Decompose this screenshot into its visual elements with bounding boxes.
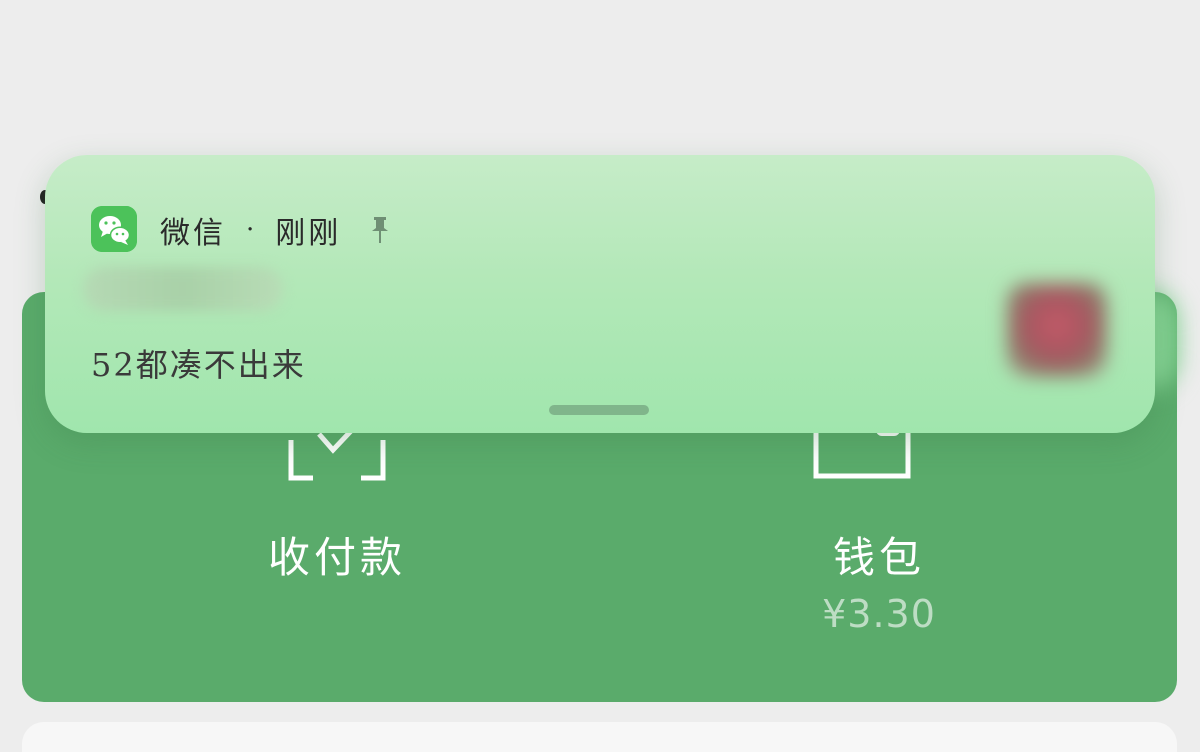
- notification-message: 52都凑不出来: [91, 346, 306, 384]
- wallet-balance: ¥3.30: [822, 592, 936, 636]
- pay-receive-label: 收付款: [267, 533, 406, 582]
- app-name: 微信: [160, 216, 226, 251]
- pin-icon: [372, 217, 389, 243]
- notification-time: 刚刚: [275, 216, 342, 251]
- sender-avatar-blurred: [1007, 283, 1107, 377]
- notification-banner[interactable]: 微信 · 刚刚 52都凑不出来: [45, 155, 1155, 433]
- sender-name-blurred: [83, 267, 283, 311]
- banner-drag-handle[interactable]: [549, 405, 649, 415]
- notification-header: 微信 · 刚刚: [160, 208, 391, 252]
- wechat-icon: [91, 206, 137, 252]
- header-separator: ·: [246, 215, 258, 245]
- next-card-edge: [22, 722, 1177, 752]
- wallet-label: 钱包: [832, 533, 925, 582]
